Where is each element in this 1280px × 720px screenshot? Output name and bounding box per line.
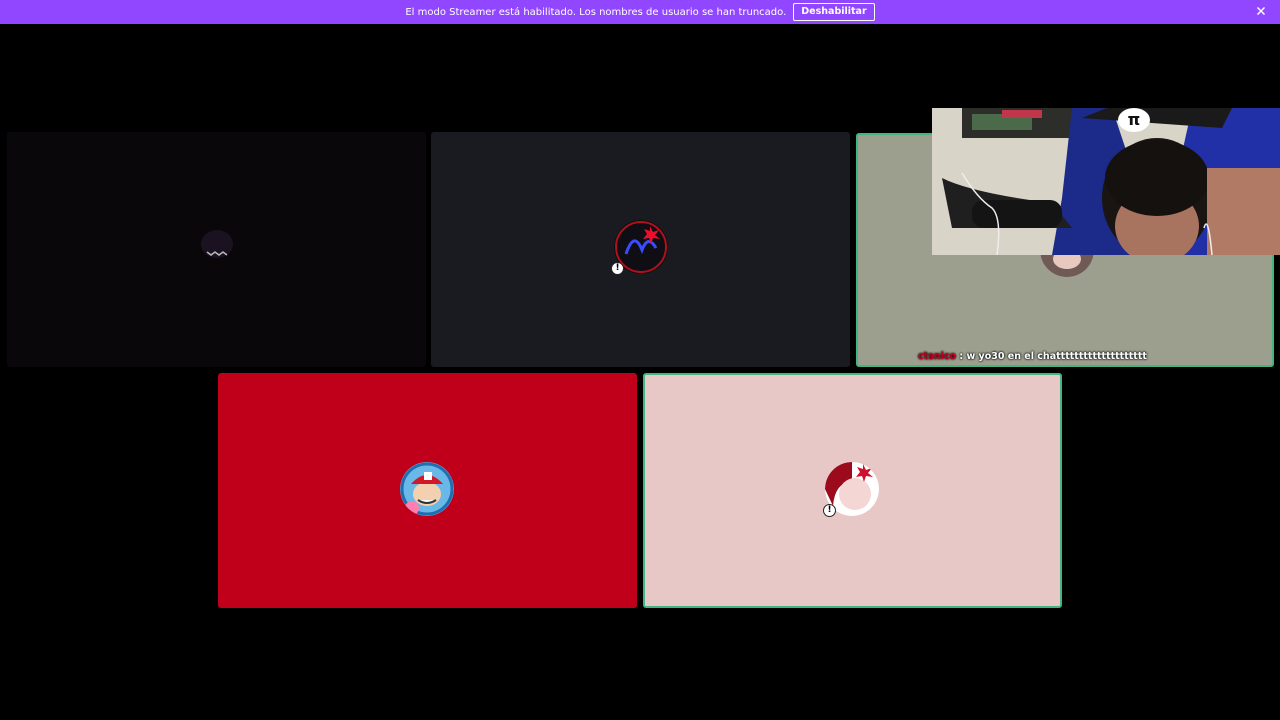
close-icon[interactable] bbox=[1254, 4, 1268, 18]
participant-tile-2[interactable]: ! bbox=[431, 132, 850, 367]
participant-tile-4[interactable] bbox=[218, 373, 637, 608]
chat-message: w yo30 en el chatttttttttttttttttttt bbox=[966, 351, 1147, 362]
chat-overlay: ctsnico : w yo30 en el chatttttttttttttt… bbox=[918, 351, 1147, 362]
muted-icon: ! bbox=[823, 504, 836, 517]
chat-separator: : bbox=[959, 351, 964, 362]
webcam-overlay: π bbox=[932, 108, 1280, 255]
banner-message: El modo Streamer está habilitado. Los no… bbox=[405, 6, 787, 18]
muted-icon: ! bbox=[611, 262, 624, 275]
participant-tile-5[interactable]: ! bbox=[643, 373, 1062, 608]
cartoon-cap-avatar bbox=[400, 462, 454, 516]
chat-username: ctsnico bbox=[918, 351, 957, 362]
dark-creature-avatar bbox=[190, 220, 244, 274]
participant-tile-1[interactable] bbox=[7, 132, 426, 367]
disable-streamer-mode-button[interactable]: Deshabilitar bbox=[793, 3, 875, 21]
webcam-scene bbox=[932, 108, 1280, 255]
streamer-mode-banner: El modo Streamer está habilitado. Los no… bbox=[0, 0, 1280, 24]
chair-logo-icon: π bbox=[1118, 108, 1150, 132]
